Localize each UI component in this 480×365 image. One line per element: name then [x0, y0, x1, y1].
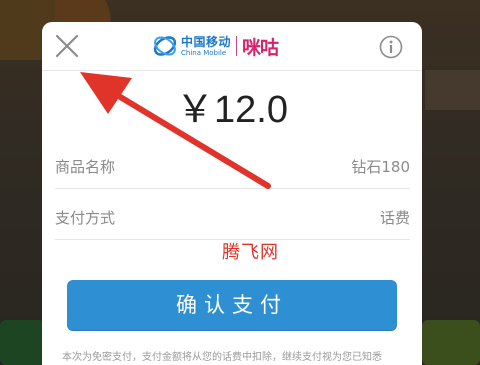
payment-notice: 本次为免密支付，支付金额将从您的话费中扣除，继续支付视为您已知悉	[62, 352, 382, 363]
payment-method-value: 话费	[379, 209, 410, 227]
payment-dialog: 中国移动 China Mobile 咪咕 ￥12.0 商品名称 钻石180 支付…	[42, 22, 422, 365]
watermark-text: 腾飞网	[222, 242, 279, 263]
carrier-name-en: China Mobile	[181, 48, 227, 57]
carrier-name-cn: 中国移动	[181, 34, 232, 49]
product-name-label: 商品名称	[55, 158, 116, 176]
brand-divider	[236, 36, 238, 56]
product-name-value: 钻石180	[351, 158, 410, 176]
migu-brand: 咪咕	[242, 36, 279, 59]
payment-method-row: 支付方式 话费	[55, 195, 410, 240]
payment-method-label: 支付方式	[55, 209, 116, 227]
close-icon[interactable]	[54, 33, 80, 59]
product-name-row: 商品名称 钻石180	[55, 144, 410, 189]
brand-logo: 中国移动 China Mobile 咪咕	[152, 30, 279, 62]
info-icon[interactable]	[379, 35, 403, 59]
china-mobile-logo-icon	[153, 36, 177, 56]
payment-amount: ￥12.0	[176, 89, 288, 131]
dialog-header: 中国移动 China Mobile 咪咕	[42, 22, 422, 71]
confirm-payment-button[interactable]: 确认支付	[67, 280, 397, 330]
